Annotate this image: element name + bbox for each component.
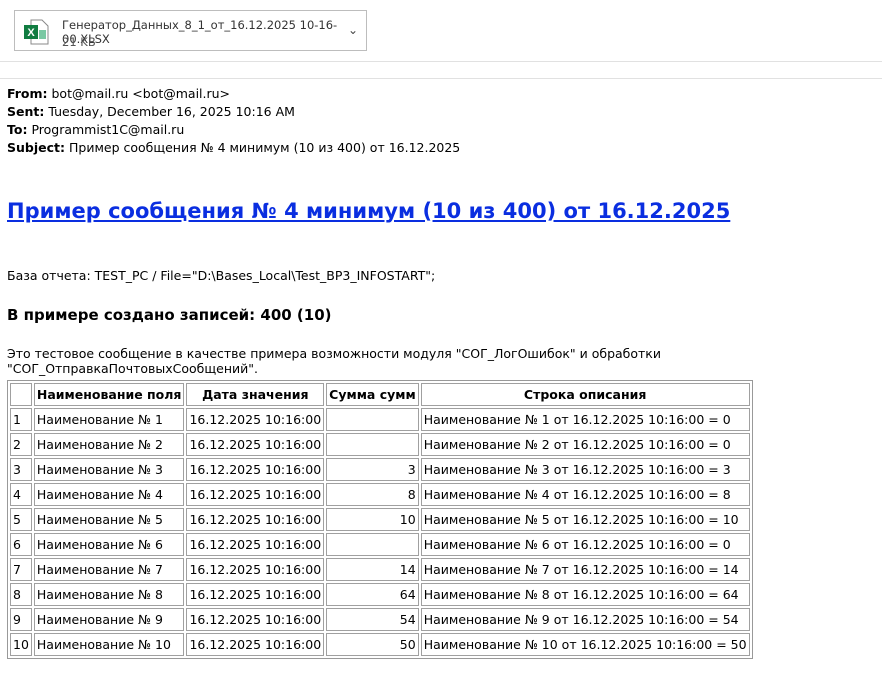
table-cell: 2 bbox=[10, 433, 32, 456]
table-cell: 14 bbox=[326, 558, 419, 581]
table-cell: 4 bbox=[10, 483, 32, 506]
table-cell: Наименование № 1 bbox=[33, 408, 185, 431]
table-cell: Наименование № 7 от 16.12.2025 10:16:00 … bbox=[420, 558, 750, 581]
table-row: 8 Наименование № 8 16.12.2025 10:16:00 64 На… bbox=[10, 583, 750, 606]
table-cell: 50 bbox=[326, 633, 419, 656]
sent-label: Sent: bbox=[7, 104, 45, 119]
column-header bbox=[10, 383, 32, 406]
table-cell: 5 bbox=[10, 508, 32, 531]
table-cell: Наименование № 3 bbox=[33, 458, 185, 481]
data-table: Наименование поля Дата значения Сумма сумм… bbox=[7, 380, 753, 659]
records-count: В примере создано записей: 400 (10) bbox=[7, 306, 332, 324]
table-cell: Наименование № 6 от 16.12.2025 10:16:00 … bbox=[420, 533, 750, 556]
table-cell: 9 bbox=[10, 608, 32, 631]
table-cell: Наименование № 5 bbox=[33, 508, 185, 531]
table-cell: 16.12.2025 10:16:00 bbox=[186, 583, 325, 606]
table-cell: 7 bbox=[10, 558, 32, 581]
table-row: 2 Наименование № 2 16.12.2025 10:16:00 Наим… bbox=[10, 433, 750, 456]
base-info: База отчета: TEST_PC / File="D:\Bases_Lo… bbox=[7, 268, 436, 283]
column-header: Дата значения bbox=[186, 383, 325, 406]
table-cell: Наименование № 7 bbox=[33, 558, 185, 581]
table-row: 10 Наименование № 10 16.12.2025 10:16:00 50… bbox=[10, 633, 750, 656]
table-cell: Наименование № 8 bbox=[33, 583, 185, 606]
chevron-down-icon[interactable]: ⌄ bbox=[348, 23, 358, 37]
table-cell: 16.12.2025 10:16:00 bbox=[186, 458, 325, 481]
table-cell bbox=[326, 408, 419, 431]
table-cell: 3 bbox=[10, 458, 32, 481]
table-cell: Наименование № 3 от 16.12.2025 10:16:00 … bbox=[420, 458, 750, 481]
svg-text:X: X bbox=[27, 27, 35, 39]
table-cell: 3 bbox=[326, 458, 419, 481]
table-cell: Наименование № 9 bbox=[33, 608, 185, 631]
column-header: Сумма сумм bbox=[326, 383, 419, 406]
from-label: From: bbox=[7, 86, 48, 101]
table-cell: 54 bbox=[326, 608, 419, 631]
attachment-size: 21 KB bbox=[62, 35, 96, 49]
table-cell: 16.12.2025 10:16:00 bbox=[186, 408, 325, 431]
table-row: 9 Наименование № 9 16.12.2025 10:16:00 54 На… bbox=[10, 608, 750, 631]
to-label: To: bbox=[7, 122, 28, 137]
table-row: 3 Наименование № 3 16.12.2025 10:16:00 3 Наи… bbox=[10, 458, 750, 481]
table-cell: Наименование № 4 bbox=[33, 483, 185, 506]
excel-icon: X bbox=[24, 19, 49, 45]
message-title-link[interactable]: Пример сообщения № 4 минимум (10 из 400)… bbox=[7, 199, 730, 223]
table-row: 6 Наименование № 6 16.12.2025 10:16:00 Наим… bbox=[10, 533, 750, 556]
table-cell: 6 bbox=[10, 533, 32, 556]
sent-value: Tuesday, December 16, 2025 10:16 AM bbox=[48, 104, 295, 119]
from-value: bot@mail.ru <bot@mail.ru> bbox=[51, 86, 231, 101]
table-cell: 16.12.2025 10:16:00 bbox=[186, 558, 325, 581]
table-row: 5 Наименование № 5 16.12.2025 10:16:00 10 На… bbox=[10, 508, 750, 531]
message-header: From: bot@mail.ru <bot@mail.ru> Sent: Tu… bbox=[7, 85, 460, 157]
table-cell: Наименование № 9 от 16.12.2025 10:16:00 … bbox=[420, 608, 750, 631]
table-cell: Наименование № 10 bbox=[33, 633, 185, 656]
column-header: Наименование поля bbox=[33, 383, 185, 406]
subject-value: Пример сообщения № 4 минимум (10 из 400)… bbox=[68, 140, 461, 155]
table-cell: 16.12.2025 10:16:00 bbox=[186, 483, 325, 506]
table-cell: Наименование № 5 от 16.12.2025 10:16:00 … bbox=[420, 508, 750, 531]
divider bbox=[0, 78, 882, 79]
attachment-name: Генератор_Данных_8_1_от_16.12.2025 10-16… bbox=[62, 18, 338, 46]
table-cell bbox=[326, 533, 419, 556]
table-cell: Наименование № 10 от 16.12.2025 10:16:00… bbox=[420, 633, 750, 656]
table-cell: Наименование № 4 от 16.12.2025 10:16:00 … bbox=[420, 483, 750, 506]
table-row: 4 Наименование № 4 16.12.2025 10:16:00 8 Наи… bbox=[10, 483, 750, 506]
table-cell: 16.12.2025 10:16:00 bbox=[186, 608, 325, 631]
table-cell: Наименование № 6 bbox=[33, 533, 185, 556]
table-cell: 10 bbox=[326, 508, 419, 531]
divider bbox=[0, 61, 882, 62]
column-header: Строка описания bbox=[420, 383, 750, 406]
table-cell: 64 bbox=[326, 583, 419, 606]
table-cell: 1 bbox=[10, 408, 32, 431]
table-cell: Наименование № 1 от 16.12.2025 10:16:00 … bbox=[420, 408, 750, 431]
description: Это тестовое сообщение в качестве пример… bbox=[7, 346, 661, 376]
table-cell: 16.12.2025 10:16:00 bbox=[186, 533, 325, 556]
table-cell: 8 bbox=[10, 583, 32, 606]
table-cell: Наименование № 8 от 16.12.2025 10:16:00 … bbox=[420, 583, 750, 606]
table-cell: 8 bbox=[326, 483, 419, 506]
attachment-card[interactable]: X Генератор_Данных_8_1_от_16.12.2025 10-… bbox=[14, 10, 367, 51]
subject-label: Subject: bbox=[7, 140, 65, 155]
table-cell: 10 bbox=[10, 633, 32, 656]
table-row: 7 Наименование № 7 16.12.2025 10:16:00 14 На… bbox=[10, 558, 750, 581]
table-header-row: Наименование поля Дата значения Сумма сумм… bbox=[10, 383, 750, 406]
table-cell bbox=[326, 433, 419, 456]
table-cell: 16.12.2025 10:16:00 bbox=[186, 633, 325, 656]
table-row: 1 Наименование № 1 16.12.2025 10:16:00 Наим… bbox=[10, 408, 750, 431]
table-cell: 16.12.2025 10:16:00 bbox=[186, 433, 325, 456]
table-cell: Наименование № 2 bbox=[33, 433, 185, 456]
to-value: Programmist1C@mail.ru bbox=[31, 122, 185, 137]
table-cell: Наименование № 2 от 16.12.2025 10:16:00 … bbox=[420, 433, 750, 456]
table-cell: 16.12.2025 10:16:00 bbox=[186, 508, 325, 531]
